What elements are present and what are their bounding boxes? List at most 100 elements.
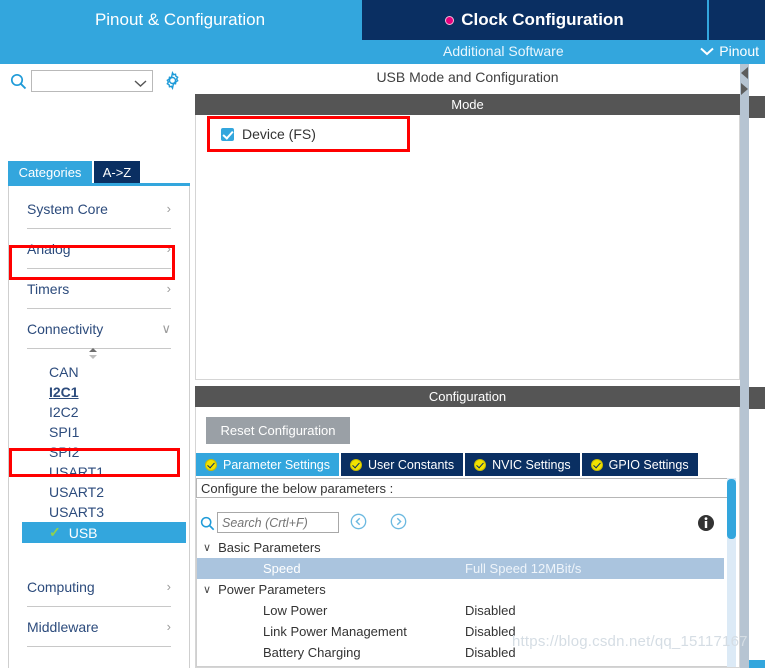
status-ok-icon xyxy=(350,458,362,471)
parameter-value[interactable]: Disabled xyxy=(465,603,724,618)
parameter-name: Link Power Management xyxy=(263,624,407,639)
status-ok-icon xyxy=(590,458,603,471)
tab-pinout-label: Pinout & Configuration xyxy=(94,10,266,29)
splitter-collapse-left-icon[interactable] xyxy=(739,66,750,80)
tab-user-constants[interactable]: User Constants xyxy=(341,453,464,476)
pinout-dropdown[interactable]: Pinout xyxy=(700,43,759,59)
configuration-header-label: Configuration xyxy=(428,389,507,404)
parameter-group-basic[interactable]: ∨ Basic Parameters xyxy=(197,537,724,558)
tab-clock-configuration[interactable]: Clock Configuration xyxy=(362,0,707,40)
configuration-tabs: Parameter Settings User Constants NVIC S… xyxy=(196,453,732,476)
configure-note-label: Configure the below parameters : xyxy=(201,480,394,496)
usb-mode-title-label: USB Mode and Configuration xyxy=(376,69,559,85)
peripheral-item-usart2[interactable]: USART2 xyxy=(9,482,189,502)
mode-section-body xyxy=(195,115,740,380)
chevron-right-icon: › xyxy=(166,241,171,256)
parameter-group-power[interactable]: ∨ Power Parameters xyxy=(197,579,724,600)
peripheral-label: SPI2 xyxy=(49,444,80,460)
chevron-down-icon: ∨ xyxy=(203,584,212,596)
peripheral-label: USB xyxy=(68,524,98,541)
category-label: Middleware xyxy=(27,618,99,635)
tab-a-to-z-label: A->Z xyxy=(102,164,132,180)
sidebar-search-row xyxy=(0,68,190,96)
scroll-updown-indicator-icon[interactable] xyxy=(86,347,100,361)
mode-section-header-label: Mode xyxy=(451,97,484,112)
tab-pinout-configuration[interactable]: Pinout & Configuration xyxy=(0,0,360,40)
peripheral-item-spi2[interactable]: SPI2 xyxy=(9,442,189,462)
peripheral-item-usb[interactable]: ✓ USB xyxy=(22,522,186,543)
parameter-search-input[interactable] xyxy=(217,512,339,533)
reset-configuration-label: Reset Configuration xyxy=(220,423,336,438)
parameter-value[interactable]: Full Speed 12MBit/s xyxy=(465,561,724,576)
chevron-right-icon: › xyxy=(166,201,171,216)
usb-mode-title: USB Mode and Configuration xyxy=(195,66,740,88)
category-label: Computing xyxy=(27,578,95,595)
peripheral-item-i2c2[interactable]: I2C2 xyxy=(9,402,189,422)
parameter-name: Battery Charging xyxy=(263,645,361,660)
circle-back-arrow-icon[interactable] xyxy=(350,513,367,535)
gear-icon[interactable] xyxy=(163,70,182,95)
parameter-group-label: Basic Parameters xyxy=(218,540,321,555)
peripheral-item-can[interactable]: CAN xyxy=(9,362,189,382)
sidebar-item-middleware[interactable]: Middleware › xyxy=(27,607,171,647)
panel-splitter[interactable] xyxy=(740,64,749,668)
tab-a-to-z[interactable]: A->Z xyxy=(94,161,140,183)
mode-section-header: Mode xyxy=(195,94,740,115)
tab-overflow-area[interactable] xyxy=(709,0,765,40)
chevron-down-icon: ∨ xyxy=(203,542,212,554)
configure-note: Configure the below parameters : xyxy=(196,478,732,498)
sub-tab-bar: Additional Software Pinout xyxy=(0,40,765,64)
parameter-scrollbar-thumb[interactable] xyxy=(727,479,736,539)
circle-forward-arrow-icon[interactable] xyxy=(390,513,407,535)
sidebar-item-timers[interactable]: Timers › xyxy=(27,269,171,309)
chevron-right-icon: › xyxy=(166,579,171,594)
search-icon xyxy=(10,73,27,95)
additional-software-link[interactable]: Additional Software xyxy=(443,43,564,59)
parameter-name: Low Power xyxy=(263,603,328,618)
tab-clock-label: Clock Configuration xyxy=(461,10,624,29)
peripheral-list: CAN I2C1 I2C2 SPI1 SPI2 USART1 USART2 US… xyxy=(9,362,189,543)
peripheral-search-combo[interactable] xyxy=(31,70,153,92)
peripheral-label: I2C1 xyxy=(49,384,79,400)
sidebar-item-system-core[interactable]: System Core › xyxy=(27,189,171,229)
chevron-down-icon xyxy=(134,75,147,93)
category-label: Analog xyxy=(27,240,71,257)
peripheral-item-usart3[interactable]: USART3 xyxy=(9,502,189,522)
chevron-right-icon: › xyxy=(166,619,171,634)
chevron-down-icon: ∨ xyxy=(161,320,171,336)
right-strip-block-bottom xyxy=(749,387,765,409)
table-row[interactable]: Low Power Disabled xyxy=(197,600,724,621)
peripheral-item-i2c1[interactable]: I2C1 xyxy=(9,382,189,402)
category-label: Connectivity xyxy=(27,320,104,337)
peripheral-sidebar: Categories A->Z System Core › Analog › T… xyxy=(0,64,190,668)
tab-gpio-settings-label: GPIO Settings xyxy=(608,457,689,472)
peripheral-item-usart1[interactable]: USART1 xyxy=(9,462,189,482)
reset-configuration-button[interactable]: Reset Configuration xyxy=(206,417,350,444)
search-icon xyxy=(200,516,215,536)
tab-categories[interactable]: Categories xyxy=(8,161,92,183)
tab-parameter-settings[interactable]: Parameter Settings xyxy=(196,453,339,476)
info-icon[interactable] xyxy=(697,514,715,537)
configuration-section-header: Configuration xyxy=(195,386,740,407)
check-icon: ✓ xyxy=(49,524,61,540)
peripheral-label: CAN xyxy=(49,364,79,380)
peripheral-item-spi1[interactable]: SPI1 xyxy=(9,422,189,442)
sidebar-item-analog[interactable]: Analog › xyxy=(27,229,171,269)
status-ok-icon xyxy=(474,458,487,471)
category-label: System Core xyxy=(27,200,108,217)
sidebar-item-connectivity[interactable]: Connectivity ∨ xyxy=(27,309,171,349)
category-list-lower: Computing › Middleware › xyxy=(9,567,189,647)
sidebar-item-computing[interactable]: Computing › xyxy=(27,567,171,607)
category-label: Timers xyxy=(27,280,70,297)
tab-gpio-settings[interactable]: GPIO Settings xyxy=(581,453,698,476)
tab-nvic-settings[interactable]: NVIC Settings xyxy=(465,453,580,476)
table-row[interactable]: Speed Full Speed 12MBit/s xyxy=(197,558,724,579)
splitter-expand-right-icon[interactable] xyxy=(739,82,750,96)
chevron-right-icon: › xyxy=(166,281,171,296)
pinout-dropdown-label: Pinout xyxy=(719,43,759,59)
checkbox-checked-icon[interactable] xyxy=(221,127,234,141)
watermark: https://blog.csdn.net/qq_15117167 xyxy=(512,633,748,650)
mode-option-device-fs[interactable]: Device (FS) xyxy=(221,126,316,142)
tab-categories-label: Categories xyxy=(18,164,82,180)
peripheral-label: SPI1 xyxy=(49,424,80,440)
